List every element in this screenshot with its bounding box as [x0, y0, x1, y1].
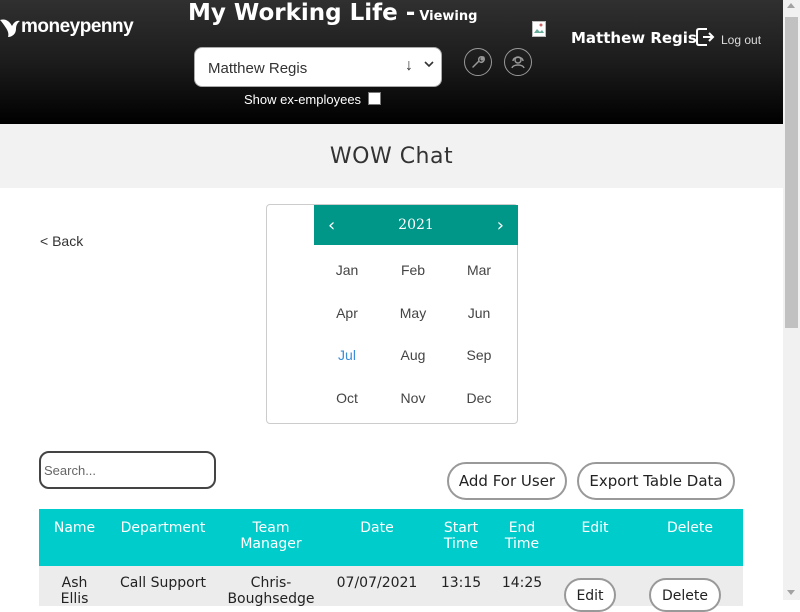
sort-down-arrow-icon: ↓: [405, 57, 413, 74]
cell-start-time: 13:15: [440, 575, 482, 591]
month-oct[interactable]: Oct: [314, 377, 380, 420]
header-start-time-line2: Time: [443, 536, 479, 552]
header-end-time-line2: Time: [504, 536, 540, 552]
employee-select-value: Matthew Regis: [208, 60, 308, 77]
app-title: My Working Life - Viewing: [188, 0, 477, 26]
cell-department: Call Support: [120, 575, 206, 591]
app-title-text: My Working Life -: [188, 0, 416, 26]
user-name: Matthew Regis: [571, 29, 697, 47]
viewing-label: Viewing: [419, 9, 478, 24]
month-apr[interactable]: Apr: [314, 292, 380, 335]
header-team-manager[interactable]: Team Manager: [216, 520, 326, 552]
header-end-time-line1: End: [508, 520, 536, 536]
logout-button[interactable]: Log out: [695, 26, 761, 48]
month-jun[interactable]: Jun: [446, 292, 512, 335]
table-row: Ash Ellis Call Support Chris- Boughsedge…: [39, 566, 743, 612]
scroll-down-arrow-icon[interactable]: [787, 590, 795, 595]
cell-team-manager-line1: Chris-: [250, 575, 292, 591]
cell-name-line1: Ash: [61, 575, 88, 591]
month-picker: ‹ 2021 › Jan Feb Mar Apr May Jun Jul Aug…: [266, 204, 518, 424]
scrollbar-thumb[interactable]: [785, 17, 798, 328]
header-edit: Edit: [581, 520, 609, 536]
vertical-scrollbar[interactable]: [783, 0, 800, 600]
app-header: moneypenny My Working Life - Viewing Matt…: [0, 0, 783, 124]
cell-team-manager: Chris- Boughsedge: [216, 575, 326, 607]
show-ex-employees-label: Show ex-employees: [244, 92, 362, 107]
month-aug[interactable]: Aug: [380, 334, 446, 377]
search-input[interactable]: Search...: [39, 451, 216, 489]
page-title: WOW Chat: [329, 144, 454, 169]
cell-end-time: 14:25: [501, 575, 543, 591]
logout-label: Log out: [721, 33, 762, 47]
cell-date: 07/07/2021: [336, 575, 418, 591]
wrench-icon[interactable]: [464, 48, 492, 76]
moneypenny-logo[interactable]: moneypenny: [0, 16, 134, 38]
header-end-time[interactable]: End Time: [494, 520, 550, 552]
add-for-user-button[interactable]: Add For User: [447, 462, 567, 500]
header-start-time[interactable]: Start Time: [428, 520, 494, 552]
export-table-data-button[interactable]: Export Table Data: [577, 462, 735, 500]
month-nov[interactable]: Nov: [380, 377, 446, 420]
header-department[interactable]: Department: [110, 520, 216, 536]
broken-image-icon: [532, 21, 546, 37]
delete-button[interactable]: Delete: [649, 578, 721, 612]
back-link[interactable]: < Back: [40, 233, 83, 249]
employee-select[interactable]: Matthew Regis ↓: [194, 47, 442, 87]
month-grid: Jan Feb Mar Apr May Jun Jul Aug Sep Oct …: [314, 249, 518, 419]
month-sep[interactable]: Sep: [446, 334, 512, 377]
month-dec[interactable]: Dec: [446, 377, 512, 420]
bird-icon: [0, 19, 20, 37]
page-title-bar: WOW Chat: [0, 124, 783, 188]
picker-year[interactable]: 2021: [314, 217, 518, 233]
header-date[interactable]: Date: [326, 520, 428, 536]
scroll-up-arrow-icon[interactable]: [787, 3, 795, 8]
month-jul[interactable]: Jul: [314, 334, 380, 377]
month-jan[interactable]: Jan: [314, 249, 380, 292]
month-feb[interactable]: Feb: [380, 249, 446, 292]
show-ex-employees: Show ex-employees: [244, 92, 382, 107]
header-team-manager-line2: Manager: [240, 536, 302, 552]
header-team-manager-line1: Team: [252, 520, 290, 536]
header-name[interactable]: Name: [39, 520, 110, 536]
cell-team-manager-line2: Boughsedge: [227, 591, 315, 607]
chevron-down-icon: [424, 58, 434, 72]
next-year-icon[interactable]: ›: [497, 215, 504, 236]
chat-table: Name Department Team Manager Date Start …: [39, 509, 743, 612]
cell-name: Ash Ellis: [39, 575, 110, 607]
header-start-time-line1: Start: [443, 520, 479, 536]
month-mar[interactable]: Mar: [446, 249, 512, 292]
header-delete: Delete: [667, 520, 713, 536]
cell-name-line2: Ellis: [60, 591, 89, 607]
edit-button[interactable]: Edit: [564, 578, 616, 612]
table-header: Name Department Team Manager Date Start …: [39, 509, 743, 566]
logo-text: moneypenny: [21, 16, 134, 37]
support-icon[interactable]: [504, 48, 532, 76]
logout-icon: [696, 28, 715, 46]
month-may[interactable]: May: [380, 292, 446, 335]
month-picker-header: ‹ 2021 ›: [314, 205, 518, 245]
show-ex-employees-checkbox[interactable]: [368, 92, 382, 105]
